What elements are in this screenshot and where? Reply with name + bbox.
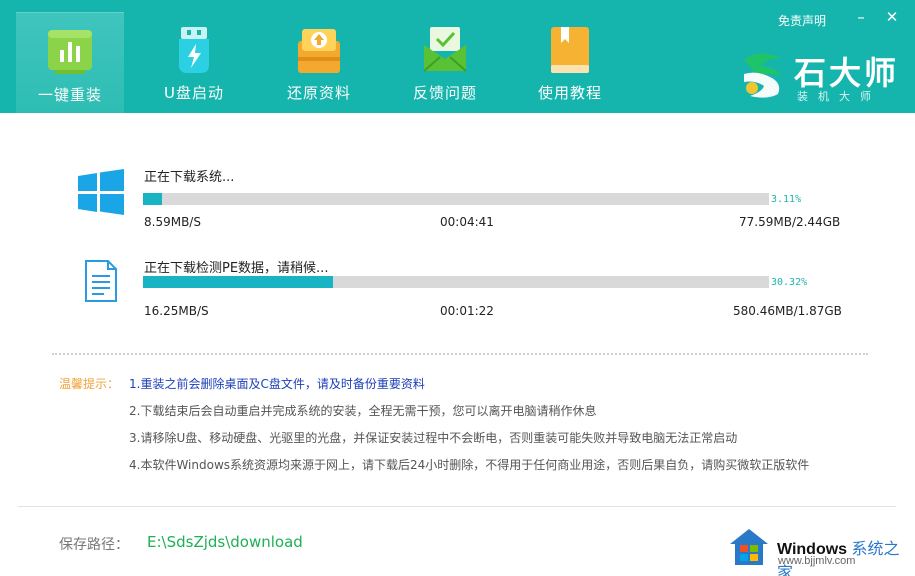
dotted-divider	[52, 353, 868, 355]
restore-box-icon	[298, 29, 340, 73]
tips-label: 温馨提示：	[59, 377, 120, 391]
progress-fill	[143, 193, 163, 205]
book-icon	[551, 27, 589, 73]
tip-item: 1.重装之前会删除桌面及C盘文件，请及时备份重要资料	[129, 377, 425, 391]
watermark-house-logo-icon	[730, 529, 768, 565]
progress-percent: 30.32%	[771, 277, 808, 288]
download-title-system: 正在下载系统...	[144, 170, 235, 185]
tab-label: U盘启动	[164, 84, 224, 102]
tip-item: 2.下载结束后会自动重启并完成系统的安装，全程无需干预，您可以离开电脑请稍作休息	[129, 404, 597, 418]
progress-bar-pe	[143, 276, 769, 288]
tip-item: 4.本软件Windows系统资源均来源于网上，请下载后24小时删除，不得用于任何…	[129, 458, 810, 472]
minimize-button[interactable]: –	[853, 8, 869, 26]
progress-bar-system	[143, 193, 769, 205]
download-speed: 8.59MB/S	[144, 215, 201, 229]
document-icon	[85, 260, 117, 302]
download-size: 580.46MB/1.87GB	[733, 304, 842, 318]
download-time-remaining: 00:01:22	[440, 304, 494, 318]
download-title-pe: 正在下载检测PE数据，请稍候...	[144, 261, 329, 276]
tab-label: 反馈问题	[412, 84, 477, 102]
tab-feedback[interactable]: 反馈问题	[391, 12, 499, 113]
windows-logo-icon	[78, 169, 124, 215]
progress-fill	[143, 276, 333, 288]
footer-divider	[18, 506, 896, 507]
tab-tutorial[interactable]: 使用教程	[516, 12, 624, 113]
tab-label: 使用教程	[537, 84, 602, 102]
brand-subtitle: 装机大师	[797, 90, 881, 103]
watermark-url: www.bjjmlv.com	[778, 555, 856, 567]
tip-item: 3.请移除U盘、移动硬盘、光驱里的光盘，并保证安装过程中不会断电，否则重装可能失…	[129, 431, 738, 445]
download-size: 77.59MB/2.44GB	[739, 215, 841, 229]
save-path-label: 保存路径：	[59, 537, 129, 553]
close-button[interactable]: ✕	[884, 8, 900, 26]
header-bar: 一键重装 U盘启动 还原资料 反馈问题 使用教程 免责声明 – ✕ 石大师 装机…	[0, 0, 915, 113]
brand-logo-icon	[744, 53, 782, 98]
disclaimer-link[interactable]: 免责声明	[778, 12, 826, 29]
progress-percent: 3.11%	[771, 194, 802, 205]
save-path-value[interactable]: E:\SdsZjds\download	[147, 533, 303, 551]
tab-label: 还原资料	[286, 84, 351, 102]
tab-restore-data[interactable]: 还原资料	[265, 12, 373, 113]
download-speed: 16.25MB/S	[144, 304, 209, 318]
mail-feedback-icon	[423, 27, 467, 72]
usb-drive-icon	[179, 27, 209, 73]
tab-label: 一键重装	[37, 86, 102, 104]
download-time-remaining: 00:04:41	[440, 215, 494, 229]
chart-bars-icon	[48, 30, 92, 74]
tab-usb-boot[interactable]: U盘启动	[140, 12, 248, 113]
tab-one-click-reinstall[interactable]: 一键重装	[16, 12, 124, 113]
